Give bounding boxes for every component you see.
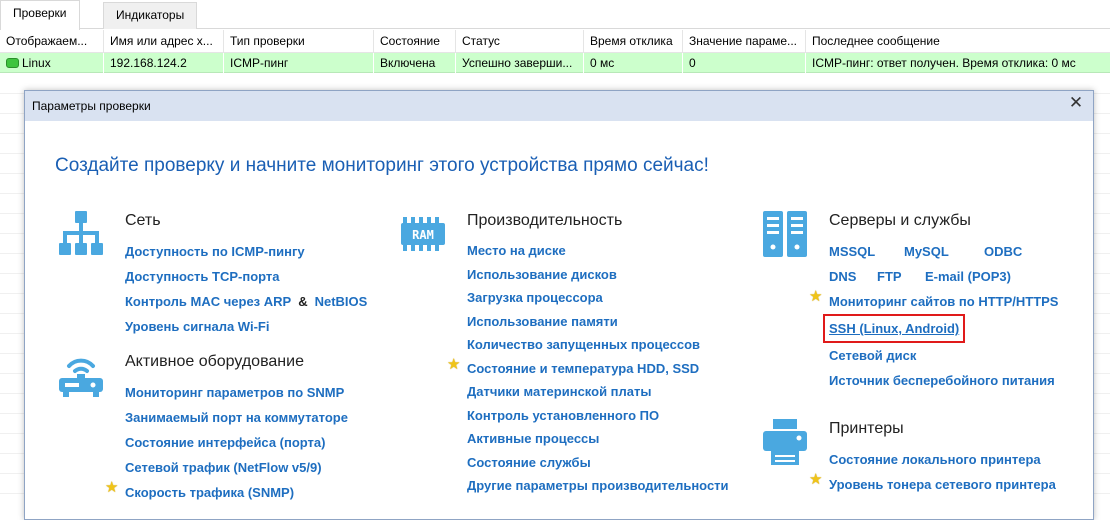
network-icon — [59, 211, 103, 255]
section-title-network: Сеть — [125, 212, 161, 229]
link-ssh[interactable]: SSH (Linux, Android) — [823, 314, 1058, 343]
section-network: Сеть Доступность по ICMP-пингу Доступнос… — [55, 209, 367, 339]
link-http-monitoring-label: Мониторинг сайтов по HTTP/HTTPS — [829, 294, 1059, 309]
link-snmp-params[interactable]: Мониторинг параметров по SNMP — [125, 380, 367, 405]
column-network: Сеть Доступность по ICMP-пингу Доступнос… — [55, 209, 367, 505]
section-title-performance: Производительность — [467, 212, 623, 229]
link-wifi-signal[interactable]: Уровень сигнала Wi-Fi — [125, 314, 367, 339]
star-icon: ★ — [105, 479, 119, 496]
link-dns[interactable]: DNS — [829, 264, 877, 289]
link-ups[interactable]: Источник бесперебойного питания — [829, 368, 1058, 393]
cell-last-message: ICMP-пинг: ответ получен. Время отклика:… — [812, 56, 1076, 70]
column-header-state[interactable]: Состояние — [374, 30, 456, 53]
table-row[interactable]: Linux 192.168.124.2 ICMP-пинг Включена У… — [0, 53, 1110, 73]
column-header-param-value[interactable]: Значение параме... — [683, 30, 806, 53]
link-disk-space[interactable]: Место на диске — [467, 239, 729, 263]
link-other-performance[interactable]: Другие параметры производительности — [467, 474, 729, 498]
link-local-printer[interactable]: Состояние локального принтера — [829, 447, 1058, 472]
check-parameters-dialog: Параметры проверки ✕ Создайте проверку и… — [24, 90, 1094, 520]
star-icon: ★ — [809, 471, 823, 488]
link-toner-level[interactable]: ★ Уровень тонера сетевого принтера — [809, 472, 1058, 497]
dialog-titlebar: Параметры проверки ✕ — [25, 91, 1093, 121]
table-header: Отображаем... Имя или адрес х... Тип про… — [0, 30, 1110, 53]
tab-checks[interactable]: Проверки — [0, 0, 80, 30]
link-odbc[interactable]: ODBC — [984, 239, 1022, 264]
link-traffic-speed[interactable]: ★ Скорость трафика (SNMP) — [105, 480, 367, 505]
ram-icon: RAM — [401, 217, 445, 251]
ram-icon-text: RAM — [412, 228, 434, 242]
link-installed-software[interactable]: Контроль установленного ПО — [467, 404, 729, 428]
db-links-row: MSSQL MySQL ODBC — [829, 239, 1058, 264]
link-icmp-ping[interactable]: Доступность по ICMP-пингу — [125, 239, 367, 264]
link-hdd-ssd-state-label: Состояние и температура HDD, SSD — [467, 360, 700, 376]
column-header-host[interactable]: Имя или адрес х... — [104, 30, 224, 53]
link-service-state[interactable]: Состояние службы — [467, 451, 729, 475]
star-icon: ★ — [809, 288, 823, 305]
link-toner-level-label: Уровень тонера сетевого принтера — [829, 477, 1056, 492]
link-email-pop3[interactable]: E-mail (POP3) — [925, 264, 1011, 289]
link-motherboard-sensors[interactable]: Датчики материнской платы — [467, 380, 729, 404]
link-active-processes[interactable]: Активные процессы — [467, 427, 729, 451]
cell-state: Включена — [374, 53, 456, 73]
router-icon — [59, 358, 103, 397]
servers-icon — [763, 211, 807, 257]
ssh-highlight-box: SSH (Linux, Android) — [823, 314, 966, 343]
section-title-active-equipment: Активное оборудование — [125, 353, 304, 370]
link-netbios[interactable]: NetBIOS — [315, 289, 368, 314]
link-cpu-load[interactable]: Загрузка процессора — [467, 286, 729, 310]
cell-status: Успешно заверши... — [456, 53, 584, 73]
column-header-response-time[interactable]: Время отклика — [584, 30, 683, 53]
link-ftp[interactable]: FTP — [877, 264, 925, 289]
cell-response-time: 0 мс — [584, 53, 683, 73]
star-icon: ★ — [447, 355, 461, 373]
cell-display-name: Linux — [0, 53, 104, 73]
link-netflow[interactable]: Сетевой трафик (NetFlow v5/9) — [125, 455, 367, 480]
close-icon[interactable]: ✕ — [1065, 92, 1087, 114]
link-tcp-port[interactable]: Доступность TCP-порта — [125, 264, 367, 289]
link-interface-state[interactable]: Состояние интерфейса (порта) — [125, 430, 367, 455]
link-http-monitoring[interactable]: ★ Мониторинг сайтов по HTTP/HTTPS — [809, 289, 1059, 314]
link-disk-usage[interactable]: Использование дисков — [467, 263, 729, 287]
link-memory-usage[interactable]: Использование памяти — [467, 310, 729, 334]
link-hdd-ssd-state[interactable]: ★ Состояние и температура HDD, SSD — [447, 356, 729, 381]
section-performance: RAM Производительность Место на диске Ис… — [397, 209, 729, 498]
section-title-servers: Серверы и службы — [829, 212, 971, 229]
dialog-headline: Создайте проверку и начните мониторинг э… — [55, 155, 709, 176]
cell-param-value: 0 — [683, 53, 806, 73]
section-active-equipment: Активное оборудование Мониторинг парамет… — [55, 350, 367, 505]
cell-check-type: ICMP-пинг — [224, 53, 374, 73]
ampersand: & — [298, 294, 308, 309]
column-servers: Серверы и службы MSSQL MySQL ODBC DNS FT… — [759, 209, 1058, 497]
cell-display-name-text: Linux — [22, 56, 51, 70]
link-network-disk[interactable]: Сетевой диск — [829, 343, 1058, 368]
mac-netbios-row: Контроль MAC через ARP & NetBIOS — [125, 289, 367, 314]
link-mac-arp[interactable]: Контроль MAC через ARP — [125, 289, 291, 314]
tab-bar: Проверки Индикаторы — [0, 0, 1110, 30]
printer-icon — [763, 419, 807, 465]
dialog-title: Параметры проверки — [32, 99, 151, 113]
section-printers: Принтеры Состояние локального принтера ★… — [759, 417, 1058, 497]
column-header-display-name[interactable]: Отображаем... — [0, 30, 104, 53]
link-process-count[interactable]: Количество запущенных процессов — [467, 333, 729, 357]
column-header-last-message[interactable]: Последнее сообщение — [806, 30, 1110, 53]
service-links-row: DNS FTP E-mail (POP3) — [829, 264, 1058, 289]
link-mysql[interactable]: MySQL — [904, 239, 984, 264]
tab-indicators[interactable]: Индикаторы — [103, 2, 198, 29]
cell-host: 192.168.124.2 — [104, 53, 224, 73]
section-title-printers: Принтеры — [829, 420, 904, 437]
column-header-check-type[interactable]: Тип проверки — [224, 30, 374, 53]
link-mssql[interactable]: MSSQL — [829, 239, 904, 264]
status-ok-icon — [6, 58, 19, 68]
link-switch-port[interactable]: Занимаемый порт на коммутаторе — [125, 405, 367, 430]
link-traffic-speed-label: Скорость трафика (SNMP) — [125, 485, 295, 500]
checks-table: Отображаем... Имя или адрес х... Тип про… — [0, 30, 1110, 73]
column-header-status[interactable]: Статус — [456, 30, 584, 53]
column-performance: RAM Производительность Место на диске Ис… — [397, 209, 729, 498]
section-servers: Серверы и службы MSSQL MySQL ODBC DNS FT… — [759, 209, 1058, 393]
